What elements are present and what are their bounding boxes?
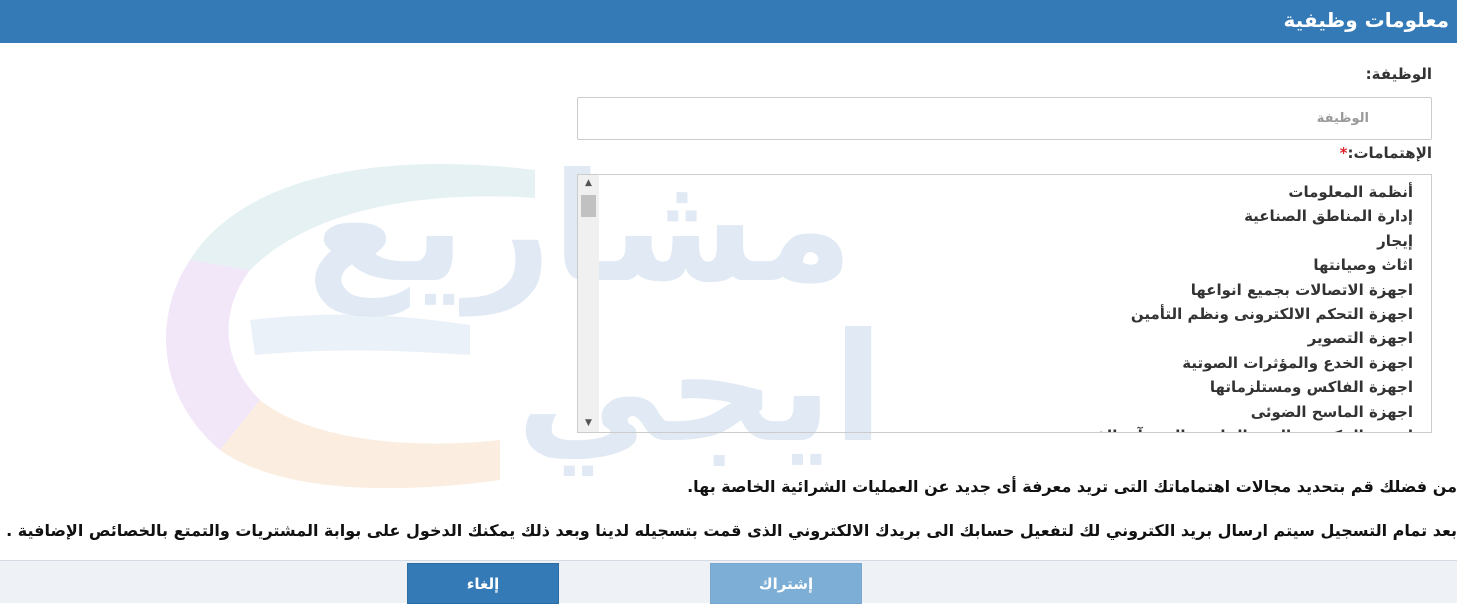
- listbox-scrollbar[interactable]: ▲ ▼: [578, 175, 599, 432]
- cancel-button[interactable]: إلغاء: [407, 563, 559, 604]
- triangle-down-icon[interactable]: ▼: [578, 415, 599, 432]
- triangle-up-icon[interactable]: ▲: [578, 175, 599, 192]
- footer-bar: إشتراك إلغاء: [0, 560, 1457, 604]
- job-input[interactable]: [577, 97, 1432, 140]
- interest-option[interactable]: اجهزة الماسح الضوئى: [633, 400, 1413, 424]
- interest-option[interactable]: أنظمة المعلومات: [633, 180, 1413, 204]
- interests-options: أنظمة المعلومات إدارة المناطق الصناعية إ…: [633, 180, 1413, 432]
- interest-option[interactable]: اجهزة التحكم الالكترونى ونظم التأمين: [633, 302, 1413, 326]
- job-label: الوظيفة:: [1365, 65, 1432, 83]
- scroll-thumb[interactable]: [581, 195, 596, 217]
- registration-hint: بعد تمام التسجيل سيتم ارسال بريد الكترون…: [6, 521, 1457, 540]
- interest-option[interactable]: اجهزة التصوير: [633, 326, 1413, 350]
- interest-option[interactable]: إيجار: [633, 229, 1413, 253]
- interests-listbox[interactable]: أنظمة المعلومات إدارة المناطق الصناعية إ…: [577, 174, 1432, 433]
- interest-option[interactable]: اثاث وصيانتها: [633, 253, 1413, 277]
- interest-option[interactable]: اجهزة الفاكس ومستلزماتها: [633, 375, 1413, 399]
- interest-option[interactable]: إدارة المناطق الصناعية: [633, 204, 1413, 228]
- interest-option[interactable]: اجهزة الخدع والمؤثرات الصوتية: [633, 351, 1413, 375]
- page-header: معلومات وظيفية: [0, 0, 1457, 43]
- interests-label: الإهتمامات:*: [1339, 144, 1432, 162]
- interests-hint: من فضلك قم بتحديد مجالات اهتماماتك التى …: [687, 477, 1457, 496]
- page-title: معلومات وظيفية: [1283, 8, 1449, 32]
- subscribe-button[interactable]: إشتراك: [710, 563, 862, 604]
- interest-option[interactable]: اجهزة الحكومة والبنية الخاصة بالمنشآت ال…: [633, 424, 1413, 432]
- interest-option[interactable]: اجهزة الاتصالات بجميع انواعها: [633, 278, 1413, 302]
